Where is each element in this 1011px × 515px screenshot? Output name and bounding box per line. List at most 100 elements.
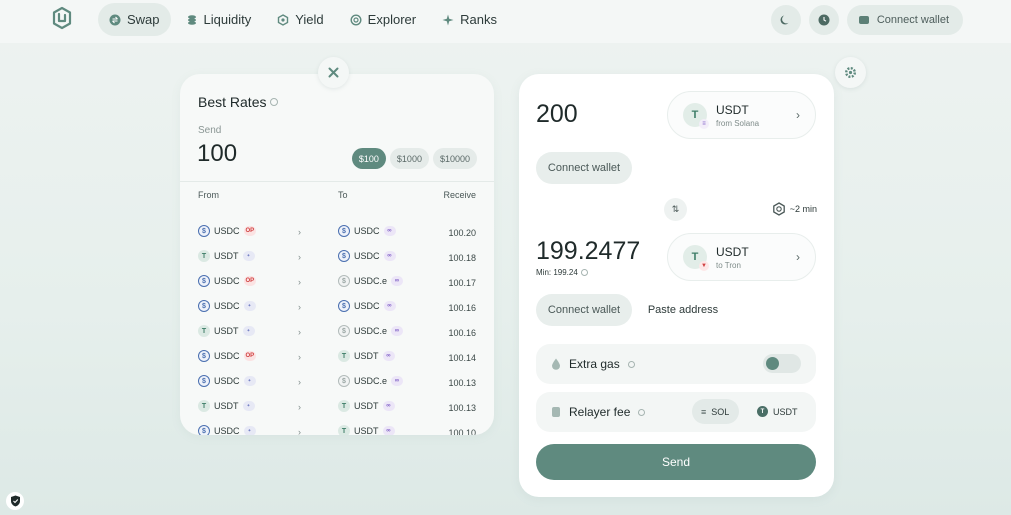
rate-row[interactable]: $ USDC OP › T USDT ∞ 100.14 bbox=[180, 347, 494, 372]
from-amount-input[interactable]: 200 bbox=[536, 100, 578, 129]
history-button[interactable] bbox=[808, 5, 839, 35]
preset-chip-1000[interactable]: $1000 bbox=[389, 148, 429, 169]
app-logo-icon[interactable] bbox=[50, 6, 74, 30]
from-token: $ USDC ⬩ bbox=[198, 425, 256, 435]
main-nav: Swap Liquidity Yield Explorer Ranks bbox=[98, 3, 508, 36]
receive-amount: 100.17 bbox=[448, 278, 476, 288]
to-token: $ USDC ∞ bbox=[338, 250, 396, 262]
send-amount: 100 bbox=[197, 140, 238, 167]
usdce-token-icon: $ bbox=[338, 325, 350, 337]
rate-row[interactable]: $ USDC OP › $ USDC ∞ 100.20 bbox=[180, 222, 494, 247]
rate-row[interactable]: $ USDC OP › $ USDC.e ∞ 100.17 bbox=[180, 272, 494, 297]
rate-row[interactable]: $ USDC ⬩ › $ USDC.e ∞ 100.13 bbox=[180, 372, 494, 397]
solana-icon: ≡ bbox=[701, 406, 707, 417]
top-nav-bar: Swap Liquidity Yield Explorer Ranks Conn… bbox=[0, 0, 1011, 43]
close-rates-button[interactable] bbox=[318, 57, 349, 88]
usdc-token-icon: $ bbox=[338, 250, 350, 262]
to-token-selector[interactable]: T ▼ USDT to Tron › bbox=[667, 233, 816, 281]
connect-wallet-from-button[interactable]: Connect wallet bbox=[536, 152, 632, 184]
ethereum-chain-icon: ⬩ bbox=[242, 251, 255, 261]
chevron-right-icon: › bbox=[298, 352, 301, 362]
receive-amount: 100.16 bbox=[448, 328, 476, 338]
rate-row[interactable]: T USDT ⬩ › $ USDC.e ∞ 100.16 bbox=[180, 322, 494, 347]
rates-title: Best Rates bbox=[198, 94, 279, 110]
rate-row[interactable]: T USDT ⬩ › T USDT ∞ 100.13 bbox=[180, 397, 494, 422]
solana-chain-icon: ≡ bbox=[699, 119, 709, 129]
chevron-right-icon: › bbox=[796, 250, 800, 264]
nav-item-label: Swap bbox=[127, 12, 160, 27]
swap-direction-button[interactable]: ⇅ bbox=[664, 198, 687, 221]
receive-amount: 100.13 bbox=[448, 403, 476, 413]
info-icon[interactable] bbox=[580, 269, 588, 276]
preset-chip-10000[interactable]: $10000 bbox=[432, 148, 477, 169]
to-token: $ USDC.e ∞ bbox=[338, 275, 404, 287]
receive-amount: 100.14 bbox=[448, 353, 476, 363]
chain-link-icon: ∞ bbox=[391, 326, 404, 336]
ethereum-chain-icon: ⬩ bbox=[243, 426, 256, 435]
connect-wallet-top-button[interactable]: Connect wallet bbox=[846, 5, 963, 35]
settings-button[interactable] bbox=[835, 57, 866, 88]
to-token: T USDT ∞ bbox=[338, 400, 395, 412]
chain-link-icon: ∞ bbox=[382, 426, 395, 435]
preset-chip-100[interactable]: $100 bbox=[351, 148, 386, 169]
usdt-token-icon: T bbox=[338, 425, 350, 435]
rate-row[interactable]: $ USDC ⬩ › T USDT ∞ 100.10 bbox=[180, 422, 494, 435]
extra-gas-toggle[interactable] bbox=[763, 354, 801, 373]
info-icon[interactable] bbox=[270, 98, 279, 106]
chain-link-icon: ∞ bbox=[382, 401, 395, 411]
nav-item-ranks[interactable]: Ranks bbox=[431, 3, 508, 36]
fee-option-label: USDT bbox=[773, 406, 798, 417]
extra-gas-row: Extra gas bbox=[536, 344, 816, 384]
receive-amount: 100.20 bbox=[448, 228, 476, 238]
usdt-token-icon: T bbox=[198, 250, 210, 262]
best-rates-panel: Best Rates Send 100 $100 $1000 $10000 Fr… bbox=[180, 74, 494, 435]
nav-item-swap[interactable]: Swap bbox=[98, 3, 171, 36]
coins-icon bbox=[187, 14, 196, 25]
column-header-to: To bbox=[338, 190, 348, 200]
connect-wallet-to-button[interactable]: Connect wallet bbox=[536, 294, 632, 326]
to-token: T USDT ∞ bbox=[338, 350, 395, 362]
optimism-chain-icon: OP bbox=[243, 351, 257, 361]
close-icon bbox=[328, 67, 339, 78]
send-button[interactable]: Send bbox=[536, 444, 816, 480]
drop-icon bbox=[552, 358, 560, 370]
usdc-token-icon: $ bbox=[198, 300, 210, 312]
from-token-name: USDC bbox=[214, 276, 240, 286]
fee-option-usdt[interactable]: T USDT bbox=[748, 399, 808, 424]
min-receive: Min: 199.24 bbox=[536, 268, 588, 277]
top-right-controls: Connect wallet bbox=[770, 5, 963, 35]
chevron-right-icon: › bbox=[298, 327, 301, 337]
from-token: $ USDC ⬩ bbox=[198, 300, 256, 312]
info-icon[interactable] bbox=[638, 408, 646, 416]
rate-row[interactable]: T USDT ⬩ › $ USDC ∞ 100.18 bbox=[180, 247, 494, 272]
chain-link-icon: ∞ bbox=[391, 276, 404, 286]
nav-item-liquidity[interactable]: Liquidity bbox=[175, 3, 263, 36]
nav-item-yield[interactable]: Yield bbox=[266, 3, 334, 36]
fee-option-sol[interactable]: ≡ SOL bbox=[692, 399, 740, 424]
to-token-name: USDT bbox=[716, 244, 749, 259]
nav-item-explorer[interactable]: Explorer bbox=[339, 3, 427, 36]
chain-link-icon: ∞ bbox=[383, 226, 396, 236]
to-token: $ USDC ∞ bbox=[338, 225, 396, 237]
ethereum-chain-icon: ⬩ bbox=[242, 401, 255, 411]
ethereum-chain-icon: ⬩ bbox=[243, 376, 256, 386]
chevron-right-icon: › bbox=[298, 377, 301, 387]
paste-address-button[interactable]: Paste address bbox=[637, 294, 729, 326]
chevron-right-icon: › bbox=[298, 227, 301, 237]
swap-icon bbox=[109, 14, 121, 25]
security-shield-icon[interactable] bbox=[6, 492, 24, 510]
theme-toggle-button[interactable] bbox=[770, 5, 801, 35]
usdc-token-icon: $ bbox=[338, 300, 350, 312]
from-token: $ USDC OP bbox=[198, 275, 257, 287]
usdc-token-icon: $ bbox=[338, 225, 350, 237]
fee-option-label: SOL bbox=[711, 406, 730, 417]
usdc-token-icon: $ bbox=[198, 425, 210, 435]
info-icon[interactable] bbox=[627, 360, 635, 368]
explorer-icon bbox=[350, 13, 362, 26]
usdce-token-icon: $ bbox=[338, 375, 350, 387]
eta-text: ~2 min bbox=[789, 204, 817, 214]
swap-panel: 200 T ≡ USDT from Solana › Connect wallet… bbox=[519, 74, 834, 497]
from-token-selector[interactable]: T ≡ USDT from Solana › bbox=[667, 91, 816, 139]
divider bbox=[180, 181, 494, 182]
rate-row[interactable]: $ USDC ⬩ › $ USDC ∞ 100.16 bbox=[180, 297, 494, 322]
